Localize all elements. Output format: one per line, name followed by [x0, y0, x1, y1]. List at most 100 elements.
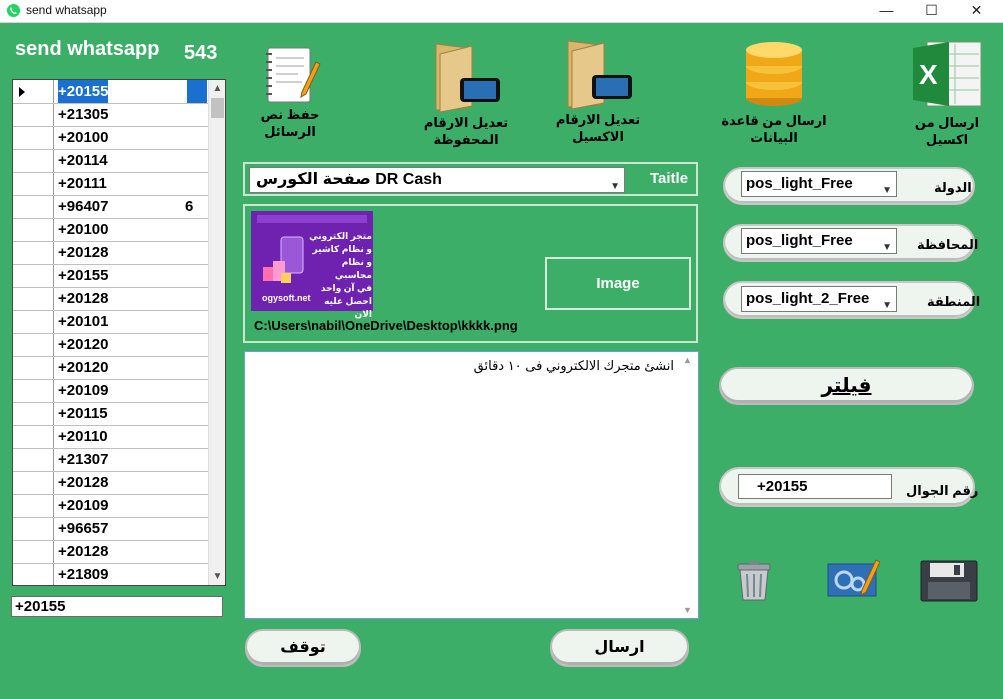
- table-row[interactable]: +20155: [13, 264, 208, 288]
- minimize-button[interactable]: —: [864, 0, 909, 22]
- scroll-down-icon[interactable]: ▼: [683, 605, 692, 615]
- save-button[interactable]: [920, 560, 978, 607]
- scroll-down-icon[interactable]: ▼: [209, 568, 225, 585]
- table-row[interactable]: +21809: [13, 563, 208, 585]
- message-scrollbar[interactable]: ▲ ▼: [683, 355, 695, 615]
- phone-number-cell[interactable]: +21307: [54, 448, 207, 471]
- phone-number-cell[interactable]: +20101: [54, 310, 207, 333]
- phone-number-cell[interactable]: +21809: [54, 563, 207, 585]
- row-header[interactable]: [13, 218, 54, 241]
- table-row[interactable]: +20109: [13, 379, 208, 403]
- chevron-down-icon[interactable]: ▼: [610, 175, 620, 199]
- phone-number-cell[interactable]: +96657: [54, 517, 207, 540]
- phone-number-cell[interactable]: +96407 6: [54, 195, 207, 218]
- table-row[interactable]: +20128: [13, 540, 208, 564]
- title-select[interactable]: صفحة الكورس DR Cash ▼: [249, 167, 625, 193]
- row-header[interactable]: [13, 333, 54, 356]
- edit-excel-numbers-button[interactable]: تعديل الارقام الاكسيل: [548, 37, 648, 145]
- phone-number-cell[interactable]: +20120: [54, 356, 207, 379]
- row-header[interactable]: [13, 471, 54, 494]
- scroll-thumb[interactable]: [211, 98, 224, 118]
- country-select[interactable]: pos_light_Free ▼: [741, 171, 897, 197]
- scroll-up-icon[interactable]: ▲: [683, 355, 692, 365]
- save-messages-button[interactable]: حفظ نص الرسائل: [240, 42, 340, 140]
- table-row[interactable]: +20101: [13, 310, 208, 334]
- phone-number-cell[interactable]: +20128: [54, 287, 207, 310]
- delete-button[interactable]: [734, 560, 774, 607]
- table-row[interactable]: +20128: [13, 287, 208, 311]
- row-header[interactable]: [13, 540, 54, 563]
- phone-number-cell[interactable]: +20155: [54, 80, 207, 103]
- table-row[interactable]: +20120: [13, 356, 208, 380]
- phone-number-cell[interactable]: +20128: [54, 241, 207, 264]
- area-select[interactable]: pos_light_2_Free ▼: [741, 286, 897, 312]
- row-header[interactable]: [13, 80, 54, 103]
- table-row[interactable]: +20109: [13, 494, 208, 518]
- scroll-up-icon[interactable]: ▲: [209, 80, 225, 97]
- row-header[interactable]: [13, 356, 54, 379]
- row-header[interactable]: [13, 149, 54, 172]
- send-from-excel-button[interactable]: X ارسال من اكسيل: [898, 38, 996, 148]
- table-row[interactable]: +20120: [13, 333, 208, 357]
- phone-number-cell[interactable]: +20114: [54, 149, 207, 172]
- row-header[interactable]: [13, 517, 54, 540]
- mobile-number-input[interactable]: +20155: [738, 474, 892, 499]
- stop-button[interactable]: توقف: [245, 629, 361, 667]
- table-row[interactable]: +20115: [13, 402, 208, 426]
- row-header[interactable]: [13, 126, 54, 149]
- table-row[interactable]: +20100: [13, 218, 208, 242]
- image-button[interactable]: Image: [545, 257, 691, 310]
- table-row[interactable]: +96407 6: [13, 195, 208, 219]
- maximize-button[interactable]: ☐: [909, 0, 954, 22]
- phone-number-cell[interactable]: +20100: [54, 126, 207, 149]
- phone-number-cell[interactable]: +20128: [54, 540, 207, 563]
- phone-number-cell[interactable]: +20111: [54, 172, 207, 195]
- chevron-down-icon[interactable]: ▼: [882, 179, 892, 202]
- row-header[interactable]: [13, 402, 54, 425]
- table-row[interactable]: +20155: [13, 80, 208, 104]
- table-row[interactable]: +20111: [13, 172, 208, 196]
- phone-number-cell[interactable]: +20109: [54, 494, 207, 517]
- close-button[interactable]: ✕: [954, 0, 999, 22]
- row-header[interactable]: [13, 264, 54, 287]
- table-row[interactable]: +20110: [13, 425, 208, 449]
- row-header[interactable]: [13, 379, 54, 402]
- send-from-database-button[interactable]: ارسال من قاعدة البيانات: [704, 40, 844, 146]
- phone-number-cell[interactable]: +20109: [54, 379, 207, 402]
- row-header[interactable]: [13, 241, 54, 264]
- row-header[interactable]: [13, 172, 54, 195]
- governorate-select[interactable]: pos_light_Free ▼: [741, 228, 897, 254]
- numbers-grid[interactable]: +21809 +20128 +96657 +20109 +20128 +21307 +201…: [12, 79, 226, 586]
- chevron-down-icon[interactable]: ▼: [882, 294, 892, 317]
- message-textarea[interactable]: انشئ متجرك الالكتروني فى ١٠ دقائق ▲ ▼: [244, 351, 699, 619]
- phone-number-cell[interactable]: +20100: [54, 218, 207, 241]
- phone-number-cell[interactable]: +20120: [54, 333, 207, 356]
- table-row[interactable]: +20114: [13, 149, 208, 173]
- row-header[interactable]: [13, 195, 54, 218]
- chevron-down-icon[interactable]: ▼: [882, 236, 892, 259]
- phone-search-input[interactable]: +20155: [11, 596, 223, 617]
- phone-number-cell[interactable]: +21305: [54, 103, 207, 126]
- row-header[interactable]: [13, 310, 54, 333]
- settings-button[interactable]: [826, 556, 881, 605]
- table-row[interactable]: +20100: [13, 126, 208, 150]
- row-header[interactable]: [13, 563, 54, 585]
- filter-button[interactable]: فيلتر: [719, 367, 974, 405]
- table-row[interactable]: +96657: [13, 517, 208, 541]
- row-header[interactable]: [13, 287, 54, 310]
- row-header[interactable]: [13, 494, 54, 517]
- table-row[interactable]: +21307: [13, 448, 208, 472]
- phone-number-cell[interactable]: +20110: [54, 425, 207, 448]
- table-row[interactable]: +21305: [13, 103, 208, 127]
- edit-saved-numbers-button[interactable]: تعديل الارقام المحفوظة: [416, 40, 516, 148]
- table-row[interactable]: +20128: [13, 471, 208, 495]
- phone-number-cell[interactable]: +20128: [54, 471, 207, 494]
- row-header[interactable]: [13, 425, 54, 448]
- phone-number-cell[interactable]: +20115: [54, 402, 207, 425]
- row-header[interactable]: [13, 448, 54, 471]
- table-row[interactable]: +20128: [13, 241, 208, 265]
- grid-scrollbar[interactable]: ▲ ▼: [208, 80, 225, 585]
- row-header[interactable]: [13, 103, 54, 126]
- phone-number-cell[interactable]: +20155: [54, 264, 207, 287]
- send-button[interactable]: ارسال: [550, 629, 689, 667]
